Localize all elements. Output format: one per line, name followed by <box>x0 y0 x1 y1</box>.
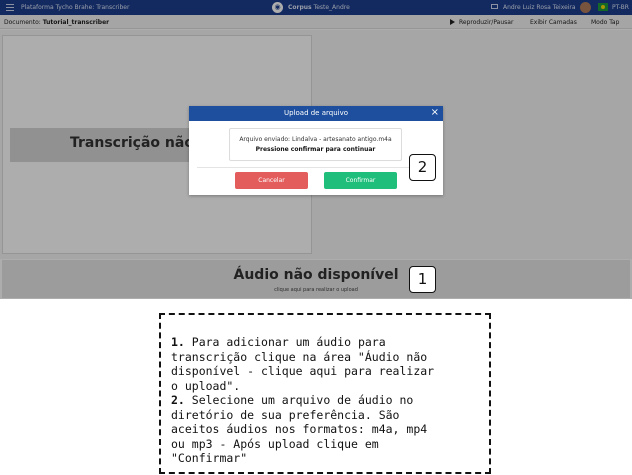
instruction-step-2: 2. Selecione um arquivo de áudio no dire… <box>171 393 481 466</box>
instruction-step-1: 1. Para adicionar um áudio para transcri… <box>171 335 481 393</box>
uploaded-file-name: Arquivo enviado: Lindalva - artesanato a… <box>239 136 392 143</box>
confirm-instruction: Pressione confirmar para continuar <box>255 146 376 153</box>
step-2-number: 2. <box>171 393 185 407</box>
cancel-button[interactable]: Cancelar <box>235 172 308 189</box>
step-1-text: Para adicionar um áudio para transcrição… <box>171 335 435 393</box>
app-screenshot: Plataforma Tycho Brahe: Transcriber ◉ Co… <box>0 0 632 299</box>
callout-1: 1 <box>409 266 436 293</box>
modal-divider <box>197 167 435 168</box>
modal-header: Upload de arquivo × <box>189 106 443 121</box>
step-1-number: 1. <box>171 335 185 349</box>
step-2-text: Selecione um arquivo de áudio no diretór… <box>171 393 428 465</box>
instructions-box: 1. Para adicionar um áudio para transcri… <box>159 313 491 474</box>
confirm-button[interactable]: Confirmar <box>324 172 397 189</box>
close-icon[interactable]: × <box>431 107 439 119</box>
upload-modal: Upload de arquivo × Arquivo enviado: Lin… <box>189 106 443 195</box>
callout-2: 2 <box>409 154 436 181</box>
modal-title: Upload de arquivo <box>283 109 349 117</box>
uploaded-file-info: Arquivo enviado: Lindalva - artesanato a… <box>229 128 402 161</box>
